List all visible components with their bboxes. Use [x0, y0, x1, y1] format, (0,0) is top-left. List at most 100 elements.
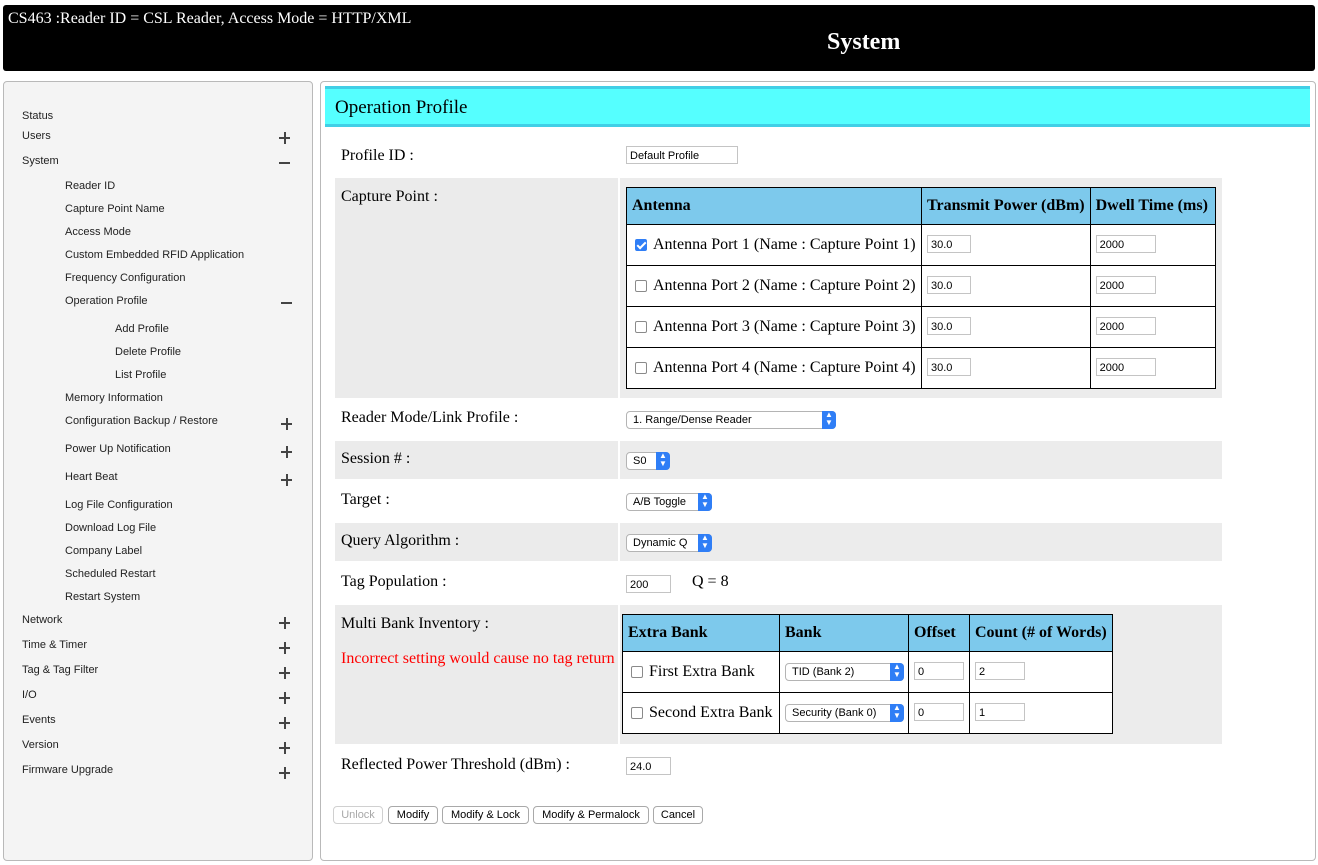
sidebar-item-access-mode[interactable]: Access Mode [65, 225, 131, 239]
modify-button[interactable]: Modify [388, 806, 438, 824]
extra-bank-name: Second Extra Bank [649, 704, 773, 721]
sidebar-item-frequency-config[interactable]: Frequency Configuration [65, 271, 185, 285]
modify-permalock-button[interactable]: Modify & Permalock [533, 806, 649, 824]
transmit-power-input[interactable]: 30.0 [927, 358, 971, 376]
antenna-port-3-checkbox[interactable] [635, 321, 647, 333]
sidebar-item-tag-filter[interactable]: Tag & Tag Filter [22, 663, 98, 677]
tag-population-label: Tag Population : [341, 573, 447, 590]
cancel-button[interactable]: Cancel [653, 806, 703, 824]
expand-plus-icon[interactable] [280, 473, 294, 487]
sidebar-item-delete-profile[interactable]: Delete Profile [115, 345, 181, 359]
reader-mode-select[interactable]: 1. Range/Dense Reader ▲ ▼ [626, 411, 836, 429]
sidebar-item-events[interactable]: Events [22, 713, 56, 727]
count-input[interactable]: 2 [975, 662, 1025, 680]
collapse-minus-icon[interactable] [280, 296, 294, 310]
sidebar-item-capture-point-name[interactable]: Capture Point Name [65, 202, 165, 216]
transmit-power-input[interactable]: 30.0 [927, 317, 971, 335]
sidebar-item-list-profile[interactable]: List Profile [115, 368, 166, 382]
expand-plus-icon[interactable] [278, 716, 292, 730]
sidebar-item-operation-profile[interactable]: Operation Profile [65, 294, 148, 308]
top-banner: CS463 :Reader ID = CSL Reader, Access Mo… [3, 5, 1315, 71]
expand-plus-icon[interactable] [278, 131, 292, 145]
sidebar-item-log-file-config[interactable]: Log File Configuration [65, 498, 173, 512]
select-arrows-icon: ▲ ▼ [656, 452, 670, 470]
dwell-time-input[interactable]: 2000 [1095, 358, 1156, 376]
sidebar-item-restart-system[interactable]: Restart System [65, 590, 140, 604]
sidebar-item-users[interactable]: Users [22, 129, 51, 143]
sidebar-item-config-backup[interactable]: Configuration Backup / Restore [65, 414, 218, 428]
transmit-power-input[interactable]: 30.0 [927, 276, 971, 294]
dwell-time-input[interactable]: 2000 [1095, 276, 1156, 294]
antenna-port-1-checkbox[interactable] [635, 239, 647, 251]
antenna-port-2-checkbox[interactable] [635, 280, 647, 292]
dwell-time-input[interactable]: 2000 [1095, 317, 1156, 335]
unlock-button[interactable]: Unlock [333, 806, 383, 824]
sidebar-nav: Status Users System Reader ID Capture Po… [3, 81, 313, 861]
sidebar-item-io[interactable]: I/O [22, 688, 37, 702]
sidebar-item-heart-beat[interactable]: Heart Beat [65, 470, 118, 484]
offset-input[interactable]: 0 [914, 662, 964, 680]
session-row: Session # : S0 ▲ ▼ [335, 441, 1222, 479]
reflected-power-input[interactable]: 24.0 [626, 757, 671, 775]
expand-plus-icon[interactable] [278, 691, 292, 705]
antenna-port-4-checkbox[interactable] [635, 362, 647, 374]
capture-point-row: Capture Point : Antenna Transmit Power (… [335, 178, 1222, 398]
sidebar-item-memory-info[interactable]: Memory Information [65, 391, 163, 405]
expand-plus-icon[interactable] [278, 766, 292, 780]
expand-plus-icon[interactable] [278, 641, 292, 655]
target-select[interactable]: A/B Toggle ▲ ▼ [626, 493, 712, 511]
sidebar-item-company-label[interactable]: Company Label [65, 544, 142, 558]
transmit-power-input[interactable]: 30.0 [927, 235, 971, 253]
sidebar-item-custom-app[interactable]: Custom Embedded RFID Application [65, 248, 244, 262]
expand-plus-icon[interactable] [280, 445, 294, 459]
multi-bank-label: Multi Bank Inventory : [341, 615, 489, 632]
bank-select[interactable]: TID (Bank 2) ▲ ▼ [785, 663, 904, 681]
profile-id-input[interactable]: Default Profile [626, 146, 738, 164]
collapse-minus-icon[interactable] [278, 156, 292, 170]
second-extra-bank-checkbox[interactable] [631, 707, 643, 719]
select-arrows-icon: ▲ ▼ [698, 493, 712, 511]
offset-input[interactable]: 0 [914, 703, 964, 721]
expand-plus-icon[interactable] [280, 417, 294, 431]
modify-lock-button[interactable]: Modify & Lock [442, 806, 529, 824]
multi-bank-row: Multi Bank Inventory : Incorrect setting… [335, 605, 1222, 744]
sidebar-item-network[interactable]: Network [22, 613, 62, 627]
multi-bank-table: Extra Bank Bank Offset Count (# of Words… [622, 614, 1113, 734]
reflected-power-row: Reflected Power Threshold (dBm) : 24.0 [335, 747, 1220, 785]
sidebar-item-system[interactable]: System [22, 154, 59, 168]
bank-select[interactable]: Security (Bank 0) ▲ ▼ [785, 704, 904, 722]
sidebar-item-version[interactable]: Version [22, 738, 59, 752]
multi-bank-warning: Incorrect setting would cause no tag ret… [341, 650, 615, 667]
q-value-text: Q = 8 [692, 573, 729, 590]
first-extra-bank-checkbox[interactable] [631, 666, 643, 678]
expand-plus-icon[interactable] [278, 616, 292, 630]
sidebar-item-reader-id[interactable]: Reader ID [65, 179, 115, 193]
target-value: A/B Toggle [633, 496, 687, 508]
sidebar-item-status[interactable]: Status [22, 109, 53, 123]
dwell-time-input[interactable]: 2000 [1095, 235, 1156, 253]
tag-population-input[interactable]: 200 [626, 575, 671, 593]
query-algorithm-select[interactable]: Dynamic Q ▲ ▼ [626, 534, 712, 552]
offset-column-header: Offset [908, 614, 970, 652]
session-select[interactable]: S0 ▲ ▼ [626, 452, 670, 470]
sidebar-item-scheduled-restart[interactable]: Scheduled Restart [65, 567, 156, 581]
antenna-port-name: Antenna Port 3 (Name : Capture Point 3) [653, 318, 916, 335]
sidebar-item-download-log[interactable]: Download Log File [65, 521, 156, 535]
capture-point-label: Capture Point : [341, 188, 438, 205]
expand-plus-icon[interactable] [278, 741, 292, 755]
sidebar-item-firmware-upgrade[interactable]: Firmware Upgrade [22, 763, 113, 777]
reflected-power-label: Reflected Power Threshold (dBm) : [341, 756, 570, 773]
select-arrows-icon: ▲ ▼ [698, 534, 712, 552]
count-input[interactable]: 1 [975, 703, 1025, 721]
sidebar-item-power-up[interactable]: Power Up Notification [65, 442, 171, 456]
main-panel: Operation Profile Profile ID : Default P… [320, 81, 1316, 861]
reader-info-text: CS463 :Reader ID = CSL Reader, Access Mo… [8, 10, 412, 27]
session-label: Session # : [341, 450, 411, 467]
sidebar-item-add-profile[interactable]: Add Profile [115, 322, 169, 336]
profile-id-row: Profile ID : Default Profile [335, 138, 1220, 174]
tag-population-row: Tag Population : 200 Q = 8 [335, 564, 1220, 602]
expand-plus-icon[interactable] [278, 666, 292, 680]
antenna-column-header: Antenna [626, 187, 922, 225]
sidebar-item-time-timer[interactable]: Time & Timer [22, 638, 87, 652]
section-title: System [827, 29, 901, 55]
